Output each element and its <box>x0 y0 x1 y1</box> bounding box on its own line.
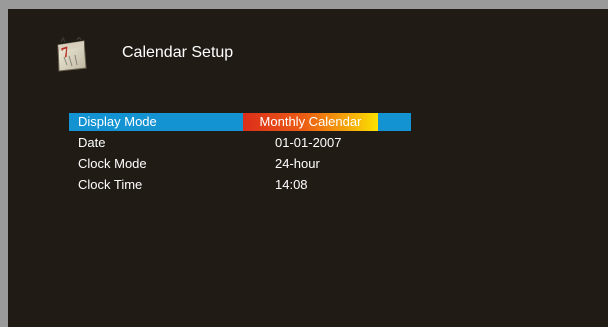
page-title: Calendar Setup <box>122 44 234 61</box>
setting-row-date[interactable]: Date 01-01-2007 <box>69 134 411 152</box>
calendar-icon: 7 <box>57 37 87 72</box>
screen: 7 Calendar Setup Display Mode Monthly Ca… <box>0 0 608 327</box>
setting-label: Display Mode <box>78 114 157 129</box>
setting-label: Clock Mode <box>78 156 147 171</box>
setting-value[interactable]: 24-hour <box>275 155 320 173</box>
setting-label: Clock Time <box>78 177 143 192</box>
setting-value[interactable]: 01-01-2007 <box>275 134 342 152</box>
setting-label: Date <box>78 135 106 150</box>
setting-row-display-mode[interactable]: Display Mode Monthly Calendar <box>69 113 411 131</box>
setting-value[interactable]: Monthly Calendar <box>243 113 378 131</box>
setting-row-clock-mode[interactable]: Clock Mode 24-hour <box>69 155 411 173</box>
setting-row-clock-time[interactable]: Clock Time 14:08 <box>69 176 411 194</box>
setting-value[interactable]: 14:08 <box>275 176 308 194</box>
